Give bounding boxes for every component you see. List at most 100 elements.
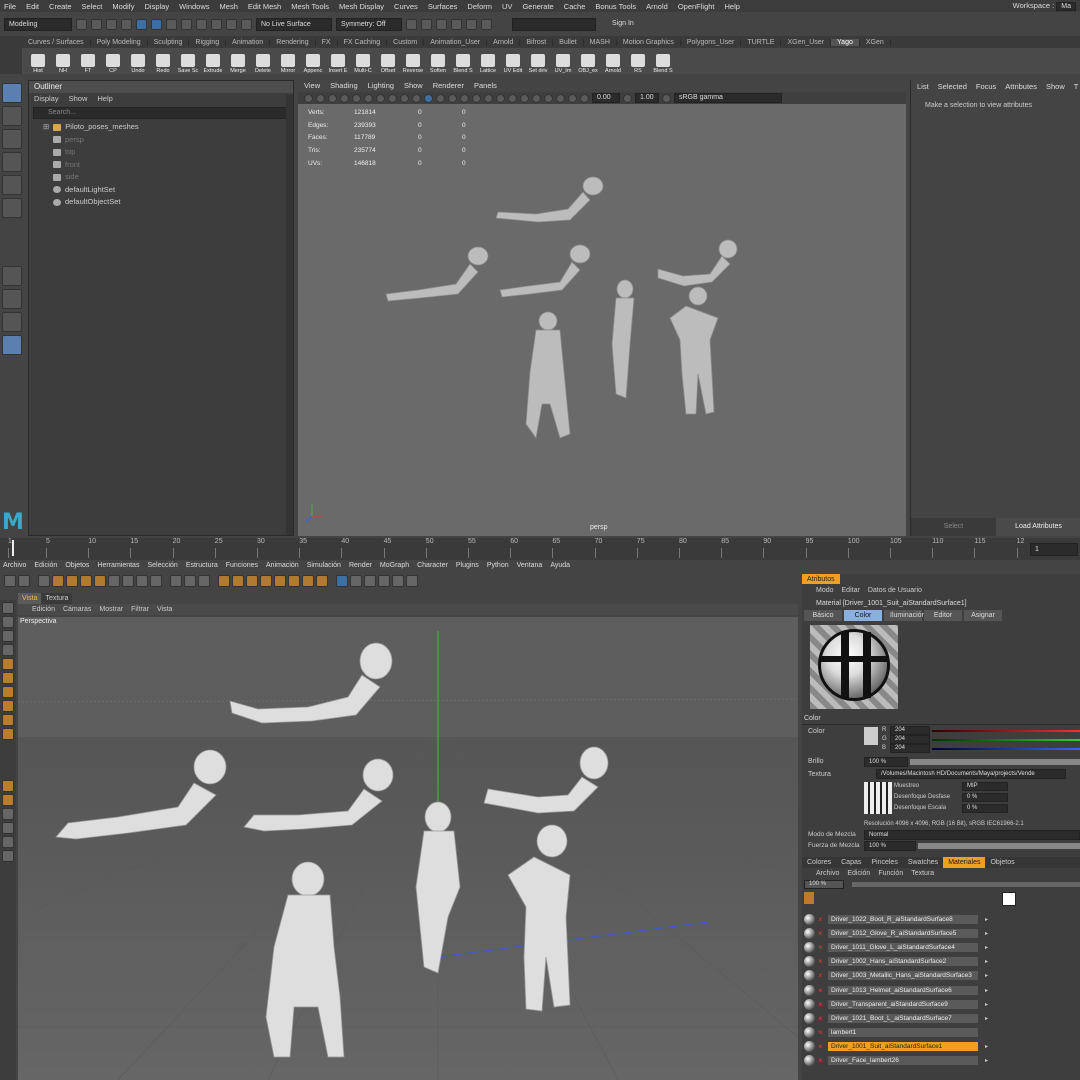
outliner-menu-display[interactable]: Display (34, 93, 59, 105)
material-item[interactable]: × Driver_1003_Metallic_Hans_aiStandardSur… (802, 969, 1080, 983)
c4d-menu-item[interactable]: Ayuda (550, 560, 570, 571)
lock-icon[interactable] (2, 700, 14, 712)
fuerza-mezcla-slider[interactable] (918, 843, 1080, 849)
bookmark-icon[interactable] (328, 93, 337, 103)
menu-item[interactable]: OpenFlight (678, 2, 715, 11)
render-view-icon[interactable] (466, 18, 477, 30)
c4d-menu-item[interactable]: Simulación (307, 560, 341, 571)
sign-in-button[interactable]: Sign In (608, 17, 678, 31)
expand-arrow-icon[interactable]: ▸ (985, 987, 988, 994)
c4d-menu-item[interactable]: Plugins (456, 560, 479, 571)
isolate-icon[interactable] (544, 93, 553, 103)
gate-mask-icon[interactable] (388, 93, 397, 103)
shelf-tab[interactable]: MASH (584, 38, 617, 46)
brillo-slider[interactable] (910, 759, 1080, 765)
render-picture-viewer-icon[interactable] (184, 575, 196, 587)
material-tab[interactable]: Básico (804, 610, 842, 621)
shelf-button[interactable]: Hist (26, 50, 50, 74)
motion-blur-icon[interactable] (508, 93, 517, 103)
axis-mode-icon[interactable] (406, 575, 418, 587)
camera-attr-icon[interactable] (316, 93, 325, 103)
recent-tools-icon[interactable] (94, 575, 106, 587)
shelf-button[interactable]: Merge (226, 50, 250, 74)
manager-tab[interactable]: Objetos (985, 857, 1019, 868)
menu-item[interactable]: Bonus Tools (595, 2, 636, 11)
material-item[interactable]: × Driver_1022_Boot_R_aiStandardSurface8 ▸ (802, 912, 1080, 926)
material-tab[interactable]: Color (844, 610, 882, 621)
resolution-gate-icon[interactable] (376, 93, 385, 103)
color-space-dropdown[interactable]: sRGB gamma (674, 93, 782, 103)
outliner-menu-show[interactable]: Show (69, 93, 88, 105)
shelf-button[interactable]: NH (51, 50, 75, 74)
manager-tab[interactable]: Pinceles (866, 857, 902, 868)
shelf-button[interactable]: Insert E (326, 50, 350, 74)
magnet-icon[interactable] (241, 18, 252, 30)
tab-textura[interactable]: Textura (41, 593, 73, 604)
material-menu-item[interactable]: Edición (847, 868, 870, 880)
expand-arrow-icon[interactable]: ▸ (985, 916, 988, 923)
delete-icon[interactable]: × (818, 986, 825, 995)
points-mode-icon[interactable] (364, 575, 376, 587)
workspace-dropdown[interactable]: Ma (1056, 2, 1076, 11)
expand-arrow-icon[interactable]: ▸ (985, 972, 988, 979)
material-item[interactable]: × Driver_1012_Glove_R_aiStandardSurface5 ▸ (802, 926, 1080, 940)
outliner-search-input[interactable]: Search... (33, 107, 289, 119)
workplane-icon[interactable] (2, 644, 14, 656)
desenfoque-desfase-input[interactable]: 0 % (962, 793, 1008, 802)
select-hierarchy-icon[interactable] (136, 18, 147, 30)
c4d-menu-item[interactable]: Edición (34, 560, 57, 571)
material-item[interactable]: × Driver_1001_Suit_aiStandardSurface1 ▸ (802, 1040, 1080, 1054)
select-button[interactable]: Select (911, 518, 996, 536)
light-icon[interactable] (316, 575, 328, 587)
lights-icon[interactable] (472, 93, 481, 103)
select-component-icon[interactable] (166, 18, 177, 30)
y-axis-icon[interactable] (122, 575, 134, 587)
shelf-button[interactable]: UV_Im (551, 50, 575, 74)
ambient-occlusion-icon[interactable] (496, 93, 505, 103)
manager-tab[interactable]: Swatches (903, 857, 943, 868)
shelf-tab[interactable]: Rendering (270, 38, 316, 46)
zoom-slider[interactable] (852, 882, 1080, 887)
gamma-input[interactable]: 1.00 (635, 93, 659, 103)
gamma-icon[interactable] (623, 93, 632, 103)
render-icon[interactable] (406, 18, 417, 30)
info-icon[interactable] (2, 780, 14, 792)
polygons-mode-icon[interactable] (392, 575, 404, 587)
depth-of-field-icon[interactable] (532, 93, 541, 103)
delete-icon[interactable]: × (818, 1028, 825, 1037)
c4d-menu-item[interactable]: Render (349, 560, 372, 571)
shelf-tab[interactable]: Animation_User (424, 38, 488, 46)
delete-icon[interactable]: × (818, 1014, 825, 1023)
c4d-menu-item[interactable]: Funciones (226, 560, 258, 571)
c4d-viewport-menu-item[interactable]: Edición (32, 604, 55, 615)
render-settings-icon[interactable] (198, 575, 210, 587)
menu-item[interactable]: Surfaces (428, 2, 458, 11)
outliner-item-group[interactable]: ⊞ Piloto_poses_meshes (43, 121, 293, 134)
rotate-icon[interactable] (80, 575, 92, 587)
material-item[interactable]: × lambert1 (802, 1026, 1080, 1040)
c4d-menu-item[interactable]: Character (417, 560, 448, 571)
select-tool-icon[interactable] (2, 83, 22, 103)
shelf-button[interactable]: Lattice (476, 50, 500, 74)
snap-point-icon[interactable] (211, 18, 222, 30)
shelf-button[interactable]: FT (76, 50, 100, 74)
viewport-menu-item[interactable]: Lighting (368, 80, 394, 92)
snap-curve-icon[interactable] (196, 18, 207, 30)
c4d-menu-item[interactable]: MoGraph (380, 560, 409, 571)
color-management-icon[interactable] (662, 93, 671, 103)
shelf-tab[interactable]: Bullet (553, 38, 584, 46)
shelf-button[interactable]: Set driv (526, 50, 550, 74)
command-input[interactable] (512, 17, 596, 31)
manager-tab[interactable]: Colores (802, 857, 836, 868)
shelf-button[interactable]: Undo (126, 50, 150, 74)
attribute-editor-menu-item[interactable]: Focus (976, 80, 996, 94)
move-icon[interactable] (52, 575, 64, 587)
outliner-scrollbar[interactable] (286, 95, 293, 535)
menu-item[interactable]: Mesh (220, 2, 238, 11)
c4d-viewport-menu-item[interactable]: Filtrar (131, 604, 149, 615)
tab-vista[interactable]: Vista (18, 593, 42, 604)
material-item[interactable]: × Driver_Transparent_aiStandardSurface9 ▸ (802, 997, 1080, 1011)
folder-icon[interactable] (76, 18, 87, 30)
viewport-menu-item[interactable]: Panels (474, 80, 497, 92)
redo-icon[interactable] (121, 18, 132, 30)
